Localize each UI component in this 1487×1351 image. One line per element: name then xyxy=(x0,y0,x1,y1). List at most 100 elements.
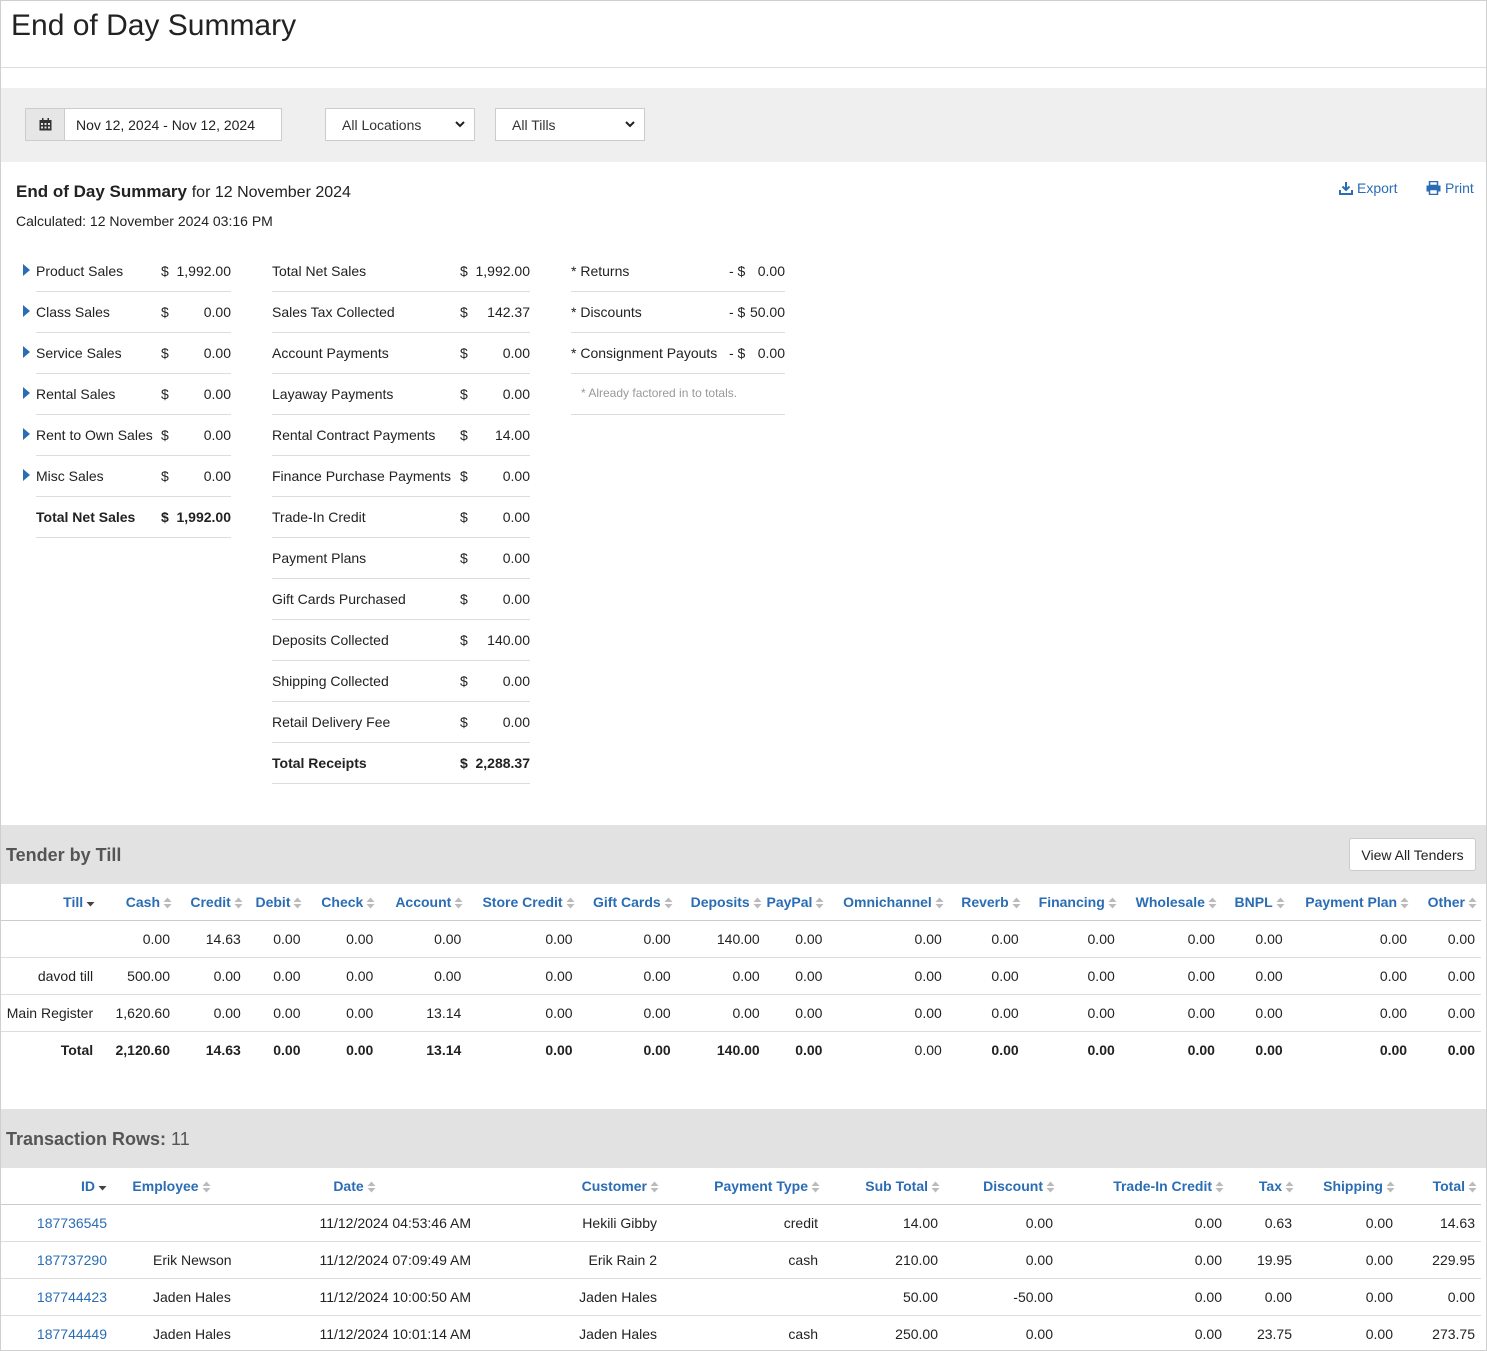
column-header-total[interactable]: Total xyxy=(1399,1168,1481,1205)
column-header-other[interactable]: Other xyxy=(1413,884,1481,921)
sort-icon[interactable] xyxy=(1468,897,1477,909)
summary-row-misc-sales[interactable]: Misc Sales$0.00 xyxy=(36,456,231,497)
summary-row-label: Rental Contract Payments xyxy=(272,427,435,443)
column-header-wholesale[interactable]: Wholesale xyxy=(1121,884,1221,921)
table-cell: 0.00 xyxy=(1289,995,1413,1032)
column-header-sub-total[interactable]: Sub Total xyxy=(824,1168,944,1205)
expand-arrow-icon[interactable] xyxy=(23,387,30,399)
sort-icon[interactable] xyxy=(1046,1181,1055,1193)
sort-icon[interactable] xyxy=(650,1181,659,1193)
summary-row-label: Account Payments xyxy=(272,345,389,361)
sort-icon[interactable] xyxy=(753,897,762,909)
location-select[interactable]: All Locations xyxy=(325,108,475,141)
sort-icon[interactable] xyxy=(1468,1181,1477,1193)
sort-icon[interactable] xyxy=(1285,1181,1294,1193)
column-header-discount[interactable]: Discount xyxy=(944,1168,1059,1205)
sort-icon[interactable] xyxy=(366,897,375,909)
column-header-payment-plan[interactable]: Payment Plan xyxy=(1289,884,1413,921)
column-header-financing[interactable]: Financing xyxy=(1025,884,1121,921)
page-title: End of Day Summary xyxy=(11,9,296,43)
column-header-shipping[interactable]: Shipping xyxy=(1298,1168,1399,1205)
transaction-id-link[interactable]: 187744423 xyxy=(37,1289,107,1305)
column-header-paypal[interactable]: PayPal xyxy=(766,884,829,921)
sort-icon[interactable] xyxy=(815,897,824,909)
sort-icon[interactable] xyxy=(234,897,243,909)
sort-icon[interactable] xyxy=(293,897,302,909)
summary-row-product-sales[interactable]: Product Sales$1,992.00 xyxy=(36,251,231,292)
expand-arrow-icon[interactable] xyxy=(23,428,30,440)
currency-symbol: $ xyxy=(161,386,169,402)
column-header-debit[interactable]: Debit xyxy=(247,884,307,921)
tender-total-row: Total2,120.6014.630.000.0013.140.000.001… xyxy=(1,1032,1481,1069)
table-cell: 0.00 xyxy=(944,1316,1059,1351)
transaction-id-link[interactable]: 187744449 xyxy=(37,1326,107,1342)
currency-symbol: $ xyxy=(161,427,169,443)
column-header-label: Payment Type xyxy=(714,1178,808,1194)
column-header-till[interactable]: Till xyxy=(1,884,99,921)
summary-row-rent-to-own-sales[interactable]: Rent to Own Sales$0.00 xyxy=(36,415,231,456)
column-header-cash[interactable]: Cash xyxy=(99,884,176,921)
expand-arrow-icon[interactable] xyxy=(23,264,30,276)
sort-desc-icon[interactable] xyxy=(86,897,95,909)
column-header-id[interactable]: ID xyxy=(1,1168,111,1205)
summary-row-class-sales[interactable]: Class Sales$0.00 xyxy=(36,292,231,333)
column-header-omnichannel[interactable]: Omnichannel xyxy=(828,884,947,921)
sort-icon[interactable] xyxy=(454,897,463,909)
column-header-account[interactable]: Account xyxy=(379,884,467,921)
export-link[interactable]: Export xyxy=(1339,180,1397,196)
summary-row-service-sales[interactable]: Service Sales$0.00 xyxy=(36,333,231,374)
transaction-id-link[interactable]: 187737290 xyxy=(37,1252,107,1268)
table-cell: 0.00 xyxy=(1298,1316,1399,1351)
sort-icon[interactable] xyxy=(1276,897,1285,909)
summary-row-value: 0.00 xyxy=(503,509,530,525)
sort-icon[interactable] xyxy=(1108,897,1117,909)
summary-row-finance-purchase-payments: Finance Purchase Payments$0.00 xyxy=(272,456,530,497)
sort-icon[interactable] xyxy=(931,1181,940,1193)
sort-icon[interactable] xyxy=(664,897,673,909)
sort-icon[interactable] xyxy=(1400,897,1409,909)
table-cell: 0.00 xyxy=(1121,958,1221,995)
column-header-date[interactable]: Date xyxy=(236,1168,477,1205)
sort-icon[interactable] xyxy=(163,897,172,909)
sort-desc-icon[interactable] xyxy=(98,1181,107,1193)
sort-icon[interactable] xyxy=(367,1181,376,1193)
column-header-trade-in-credit[interactable]: Trade-In Credit xyxy=(1059,1168,1228,1205)
column-header-check[interactable]: Check xyxy=(306,884,379,921)
sort-icon[interactable] xyxy=(566,897,575,909)
expand-arrow-icon[interactable] xyxy=(23,469,30,481)
column-header-store-credit[interactable]: Store Credit xyxy=(467,884,578,921)
sort-icon[interactable] xyxy=(811,1181,820,1193)
sort-icon[interactable] xyxy=(1386,1181,1395,1193)
view-all-tenders-button[interactable]: View All Tenders xyxy=(1349,838,1476,871)
sort-icon[interactable] xyxy=(202,1181,211,1193)
column-header-customer[interactable]: Customer xyxy=(477,1168,663,1205)
expand-arrow-icon[interactable] xyxy=(23,305,30,317)
column-header-credit[interactable]: Credit xyxy=(176,884,247,921)
expand-arrow-icon[interactable] xyxy=(23,346,30,358)
till-select[interactable]: All Tills xyxy=(495,108,645,141)
column-header-bnpl[interactable]: BNPL xyxy=(1221,884,1289,921)
sort-icon[interactable] xyxy=(1208,897,1217,909)
sort-icon[interactable] xyxy=(1215,1181,1224,1193)
column-header-label: Cash xyxy=(126,894,160,910)
date-range-picker[interactable]: Nov 12, 2024 - Nov 12, 2024 xyxy=(25,108,282,141)
table-cell: 0.00 xyxy=(1399,1279,1481,1316)
column-header-payment-type[interactable]: Payment Type xyxy=(663,1168,824,1205)
column-header-gift-cards[interactable]: Gift Cards xyxy=(579,884,677,921)
column-header-label: Shipping xyxy=(1323,1178,1383,1194)
print-icon xyxy=(1426,181,1441,195)
summary-title: End of Day Summary for 12 November 2024 xyxy=(16,182,351,202)
column-header-label: Credit xyxy=(190,894,230,910)
sort-icon[interactable] xyxy=(1012,897,1021,909)
calendar-icon[interactable] xyxy=(26,109,65,140)
table-cell: 0.00 xyxy=(766,921,829,958)
column-header-employee[interactable]: Employee xyxy=(111,1168,236,1205)
column-header-tax[interactable]: Tax xyxy=(1228,1168,1298,1205)
column-header-reverb[interactable]: Reverb xyxy=(948,884,1025,921)
table-cell: 14.00 xyxy=(824,1205,944,1242)
column-header-deposits[interactable]: Deposits xyxy=(677,884,766,921)
sort-icon[interactable] xyxy=(935,897,944,909)
summary-row-rental-sales[interactable]: Rental Sales$0.00 xyxy=(36,374,231,415)
print-link[interactable]: Print xyxy=(1426,180,1474,196)
transaction-id-link[interactable]: 187736545 xyxy=(37,1215,107,1231)
